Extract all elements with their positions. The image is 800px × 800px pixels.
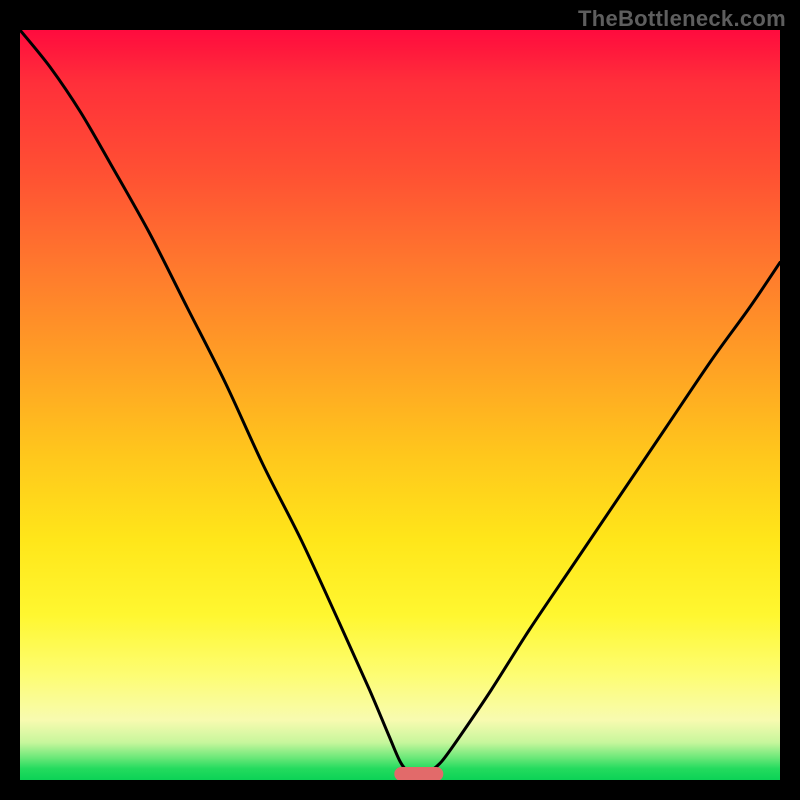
watermark-text: TheBottleneck.com	[578, 6, 786, 32]
bottleneck-curve	[20, 30, 780, 780]
plot-area	[20, 30, 780, 780]
curve-path	[20, 30, 780, 774]
chart-frame: TheBottleneck.com	[0, 0, 800, 800]
optimal-marker	[394, 767, 443, 780]
